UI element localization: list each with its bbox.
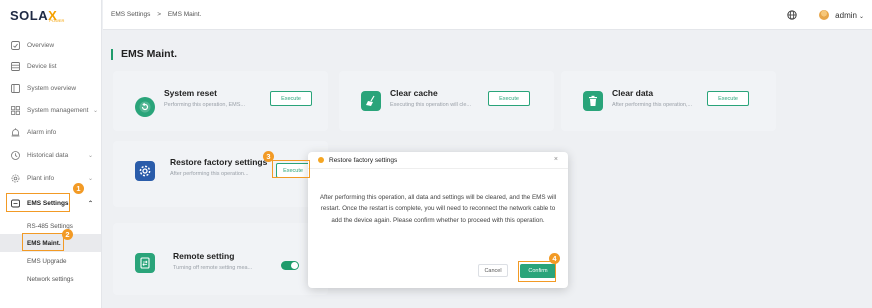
breadcrumb: EMS Settings > EMS Maint. bbox=[111, 11, 201, 18]
clear-cache-execute-button[interactable]: Execute bbox=[488, 91, 530, 106]
card-title: Restore factory settings bbox=[170, 157, 268, 167]
system-reset-execute-button[interactable]: Execute bbox=[270, 91, 312, 106]
sidebar-subitem-ems-upgrade[interactable]: EMS Upgrade bbox=[0, 252, 101, 270]
logo-tagline: POWER bbox=[49, 17, 65, 23]
sidebar-item-label: Overview bbox=[27, 41, 55, 49]
clear-cache-card: Clear cache Executing this operation wil… bbox=[339, 71, 554, 131]
sidebar-item-system-overview[interactable]: System overview bbox=[0, 78, 101, 98]
system-overview-icon bbox=[11, 83, 20, 93]
sidebar-item-historical-data[interactable]: Historical data ⌄ bbox=[0, 145, 101, 165]
top-bar: EMS Settings > EMS Maint. admin ⌄ bbox=[103, 0, 872, 30]
avatar[interactable] bbox=[819, 10, 830, 20]
step-1-badge: 1 bbox=[73, 183, 84, 194]
sidebar-subitem-network-settings[interactable]: Network settings bbox=[0, 270, 101, 288]
clear-data-execute-button[interactable]: Execute bbox=[707, 91, 749, 106]
clear-data-card: Clear data After performing this operati… bbox=[561, 71, 776, 131]
clock-icon bbox=[11, 150, 20, 160]
alarm-icon bbox=[11, 127, 20, 137]
gear-icon bbox=[11, 174, 20, 183]
breadcrumb-separator: > bbox=[157, 11, 161, 18]
sidebar-subitem-label: EMS Upgrade bbox=[27, 257, 67, 265]
dialog-message: After performing this operation, all dat… bbox=[319, 194, 557, 224]
card-description: After performing this operation... bbox=[170, 171, 249, 177]
chevron-down-icon: ⌄ bbox=[87, 152, 93, 159]
warning-dot-icon bbox=[318, 157, 324, 163]
cancel-button[interactable]: Cancel bbox=[478, 264, 508, 277]
sidebar-item-label: System overview bbox=[27, 84, 77, 92]
step-3-badge: 3 bbox=[263, 151, 274, 162]
sidebar-item-system-management[interactable]: System management ⌄ bbox=[0, 100, 101, 120]
sidebar-item-label: System management bbox=[27, 106, 89, 114]
page-title: EMS Maint. bbox=[111, 49, 177, 60]
globe-icon[interactable] bbox=[787, 10, 797, 20]
step-4-highlight bbox=[518, 261, 556, 282]
breadcrumb-parent[interactable]: EMS Settings bbox=[111, 11, 150, 18]
sidebar: SOLAX POWER Overview Device list System … bbox=[0, 0, 102, 308]
card-title: Remote setting bbox=[173, 251, 235, 261]
settings-gear-icon bbox=[135, 161, 155, 181]
dialog-header: Restore factory settings × bbox=[308, 152, 568, 169]
logo-brand: SOLA bbox=[10, 7, 49, 23]
chevron-up-icon: ⌃ bbox=[87, 200, 93, 207]
overview-icon bbox=[11, 40, 20, 50]
chevron-down-icon: ⌄ bbox=[858, 13, 864, 20]
sidebar-item-alarm-info[interactable]: Alarm info bbox=[0, 122, 101, 142]
card-description: Turning off remote setting mea... bbox=[173, 265, 253, 271]
sidebar-item-label: Plant info bbox=[27, 174, 55, 182]
step-3-highlight bbox=[272, 160, 310, 178]
sidebar-item-label: Alarm info bbox=[27, 128, 57, 136]
breadcrumb-current: EMS Maint. bbox=[167, 11, 202, 18]
system-reset-card: System reset Performing this operation, … bbox=[113, 71, 328, 131]
card-title: System reset bbox=[164, 88, 217, 98]
sidebar-item-plant-info[interactable]: Plant info ⌄ bbox=[0, 168, 101, 188]
close-icon[interactable]: × bbox=[554, 156, 558, 163]
system-management-icon bbox=[11, 105, 20, 115]
user-name: admin bbox=[835, 10, 857, 20]
broom-icon bbox=[361, 91, 381, 111]
remote-setting-card: Remote setting Turning off remote settin… bbox=[113, 223, 328, 295]
sidebar-item-label: Historical data bbox=[27, 151, 69, 159]
remote-icon bbox=[135, 253, 155, 273]
sidebar-item-label: Device list bbox=[27, 62, 57, 70]
chevron-down-icon: ⌄ bbox=[92, 107, 98, 114]
remote-setting-toggle[interactable] bbox=[281, 261, 299, 270]
reset-icon bbox=[135, 97, 155, 117]
card-title: Clear cache bbox=[390, 88, 438, 98]
sidebar-item-device-list[interactable]: Device list bbox=[0, 56, 101, 76]
dialog-title: Restore factory settings bbox=[329, 156, 398, 164]
sidebar-item-overview[interactable]: Overview bbox=[0, 35, 101, 55]
step-2-highlight bbox=[22, 233, 64, 251]
logo: SOLAX POWER bbox=[0, 0, 101, 30]
card-description: Performing this operation, EMS... bbox=[164, 102, 246, 108]
card-description: After performing this operation,... bbox=[612, 102, 693, 108]
step-2-badge: 2 bbox=[62, 229, 73, 240]
toggle-knob bbox=[291, 262, 298, 269]
trash-icon bbox=[583, 91, 603, 111]
chevron-down-icon: ⌄ bbox=[87, 175, 93, 182]
user-menu[interactable]: admin ⌄ bbox=[835, 11, 864, 20]
step-1-highlight bbox=[6, 193, 70, 212]
step-4-badge: 4 bbox=[549, 253, 560, 264]
device-list-icon bbox=[11, 61, 20, 71]
card-description: Executing this operation will cle... bbox=[390, 102, 472, 108]
sidebar-subitem-label: Network settings bbox=[27, 275, 74, 283]
card-title: Clear data bbox=[612, 88, 654, 98]
